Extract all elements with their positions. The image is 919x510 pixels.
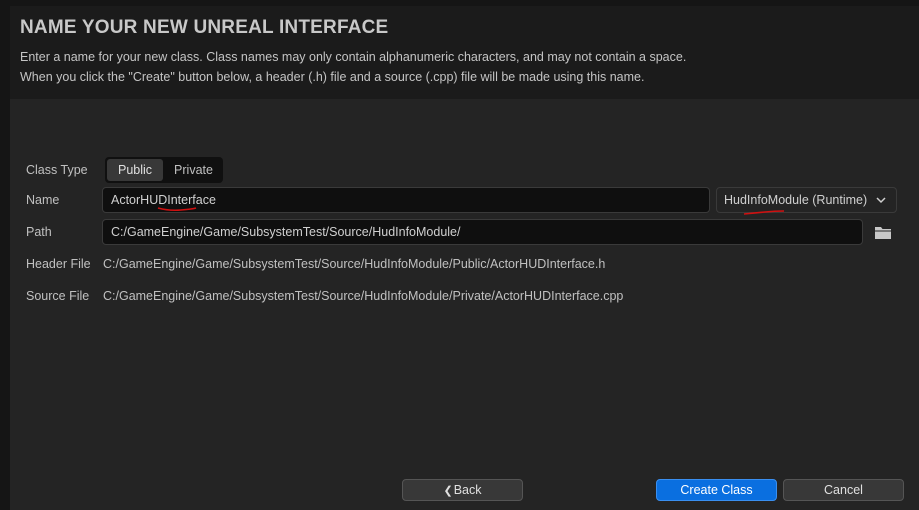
description-line-2: When you click the "Create" button below… [20, 70, 645, 84]
path-label: Path [26, 225, 52, 239]
source-file-label: Source File [26, 289, 90, 303]
description-line-1: Enter a name for your new class. Class n… [20, 50, 687, 64]
chevron-left-icon: ❮ [443, 485, 453, 497]
dialog-title: NAME YOUR NEW UNREAL INTERFACE [20, 17, 389, 38]
path-input[interactable]: C:/GameEngine/Game/SubsystemTest/Source/… [102, 219, 863, 245]
new-interface-dialog: NAME YOUR NEW UNREAL INTERFACE Enter a n… [10, 6, 919, 510]
header-section: NAME YOUR NEW UNREAL INTERFACE Enter a n… [10, 6, 919, 99]
class-type-public-option[interactable]: Public [107, 159, 164, 181]
module-dropdown-value: HudInfoModule (Runtime) [724, 193, 868, 207]
class-type-private-option[interactable]: Private [163, 159, 224, 181]
back-button-label: Back [453, 483, 482, 497]
cancel-button[interactable]: Cancel [783, 479, 904, 501]
class-type-toggle: Public Private [105, 157, 223, 183]
back-button[interactable]: ❮Back [402, 479, 523, 501]
module-annotation-underline [743, 210, 785, 215]
source-file-path: C:/GameEngine/Game/SubsystemTest/Source/… [103, 289, 624, 303]
name-label: Name [26, 193, 60, 207]
header-file-label: Header File [26, 257, 91, 271]
folder-icon[interactable] [874, 225, 892, 240]
header-file-path: C:/GameEngine/Game/SubsystemTest/Source/… [103, 257, 606, 271]
class-type-label: Class Type [26, 163, 88, 177]
create-class-button[interactable]: Create Class [656, 479, 777, 501]
chevron-down-icon [876, 197, 886, 204]
name-annotation-underline [157, 207, 197, 212]
